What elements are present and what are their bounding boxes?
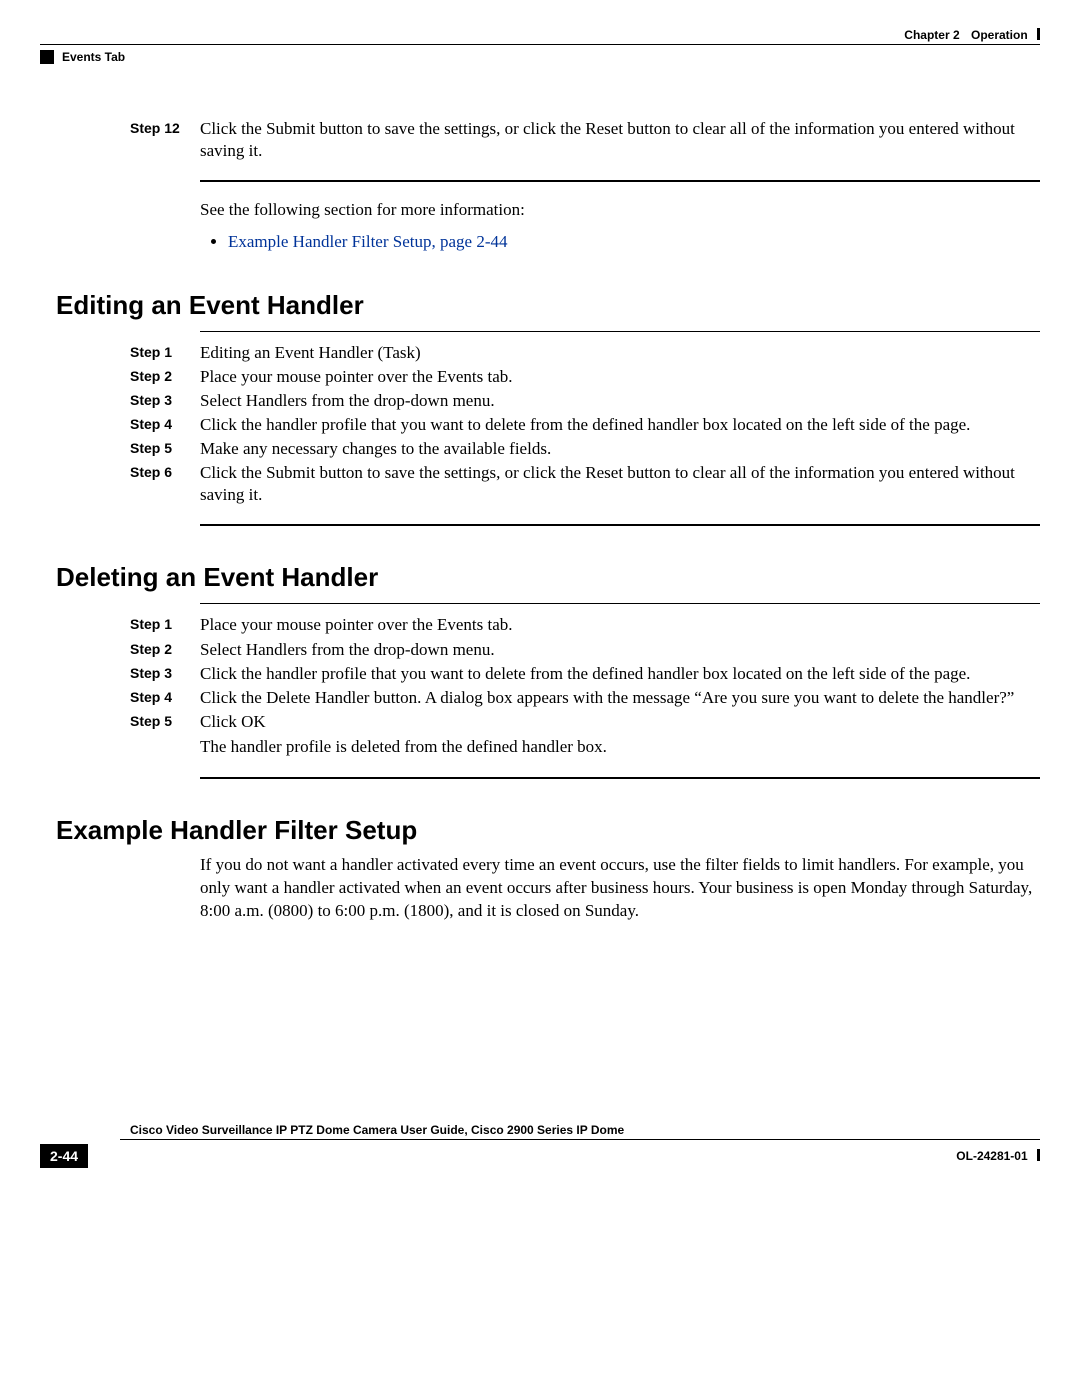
header-section: Events Tab (40, 50, 125, 64)
step-row: Step 3 Select Handlers from the drop-dow… (130, 390, 1040, 412)
step-label: Step 3 (130, 663, 200, 685)
step-text: Click the Submit button to save the sett… (200, 462, 1040, 506)
header-bar-icon (1037, 28, 1040, 40)
step-label: Step 4 (130, 687, 200, 709)
doc-id: OL-24281-01 (956, 1149, 1040, 1163)
step-text: Editing an Event Handler (Task) (200, 342, 1040, 364)
step-label: Step 2 (130, 366, 200, 388)
step-row: Step 2 Select Handlers from the drop-dow… (130, 639, 1040, 661)
step-text: Click OK (200, 711, 1040, 733)
step-text: Place your mouse pointer over the Events… (200, 614, 1040, 636)
step-row: Step 4 Click the Delete Handler button. … (130, 687, 1040, 709)
header-rule (40, 44, 1040, 45)
step-row: Step 5 Click OK (130, 711, 1040, 733)
divider (200, 180, 1040, 182)
footer-rule (120, 1139, 1040, 1140)
step-label: Step 5 (130, 438, 200, 460)
step-text: Click the handler profile that you want … (200, 663, 1040, 685)
step-text: Click the handler profile that you want … (200, 414, 1040, 436)
doc-id-text: OL-24281-01 (956, 1149, 1027, 1163)
step-text: Make any necessary changes to the availa… (200, 438, 1040, 460)
step-text: Select Handlers from the drop-down menu. (200, 639, 1040, 661)
example-body: If you do not want a handler activated e… (200, 854, 1040, 923)
list-item: Example Handler Filter Setup, page 2-44 (228, 230, 1040, 254)
step-text: Select Handlers from the drop-down menu. (200, 390, 1040, 412)
step-row: Step 4 Click the handler profile that yo… (130, 414, 1040, 436)
divider (200, 331, 1040, 332)
step-label: Step 2 (130, 639, 200, 661)
section-marker-icon (40, 50, 54, 64)
intro-step-block: Step 12 Click the Submit button to save … (130, 118, 1040, 162)
divider (200, 777, 1040, 779)
step-label: Step 1 (130, 614, 200, 636)
step-label: Step 12 (130, 118, 200, 162)
editing-steps: Step 1 Editing an Event Handler (Task) S… (130, 342, 1040, 507)
page-number: 2-44 (40, 1144, 88, 1168)
note-text: See the following section for more infor… (200, 198, 1040, 222)
step-row: Step 1 Editing an Event Handler (Task) (130, 342, 1040, 364)
footer: Cisco Video Surveillance IP PTZ Dome Cam… (40, 1123, 1040, 1168)
step-label: Step 3 (130, 390, 200, 412)
step-row: Step 1 Place your mouse pointer over the… (130, 614, 1040, 636)
deleting-after-text: The handler profile is deleted from the … (200, 736, 1040, 759)
footer-bar-icon (1037, 1149, 1040, 1161)
step-label: Step 4 (130, 414, 200, 436)
header-chapter: Chapter 2 Operation (904, 28, 1040, 42)
chapter-title: Operation (971, 28, 1028, 42)
footer-title: Cisco Video Surveillance IP PTZ Dome Cam… (130, 1123, 1040, 1137)
step-row: Step 3 Click the handler profile that yo… (130, 663, 1040, 685)
step-label: Step 6 (130, 462, 200, 506)
step-row: Step 2 Place your mouse pointer over the… (130, 366, 1040, 388)
cross-reference-link[interactable]: Example Handler Filter Setup, page 2-44 (228, 232, 507, 251)
bullet-list: Example Handler Filter Setup, page 2-44 (200, 230, 1040, 254)
step-text: Click the Delete Handler button. A dialo… (200, 687, 1040, 709)
step-text: Place your mouse pointer over the Events… (200, 366, 1040, 388)
deleting-steps: Step 1 Place your mouse pointer over the… (130, 614, 1040, 732)
chapter-number: Chapter 2 (904, 28, 959, 42)
heading-deleting: Deleting an Event Handler (56, 562, 1040, 593)
step-row: Step 12 Click the Submit button to save … (130, 118, 1040, 162)
step-row: Step 6 Click the Submit button to save t… (130, 462, 1040, 506)
divider (200, 524, 1040, 526)
divider (200, 603, 1040, 604)
section-label: Events Tab (62, 50, 125, 64)
step-row: Step 5 Make any necessary changes to the… (130, 438, 1040, 460)
step-label: Step 5 (130, 711, 200, 733)
heading-editing: Editing an Event Handler (56, 290, 1040, 321)
step-text: Click the Submit button to save the sett… (200, 118, 1040, 162)
heading-example: Example Handler Filter Setup (56, 815, 1040, 846)
step-label: Step 1 (130, 342, 200, 364)
